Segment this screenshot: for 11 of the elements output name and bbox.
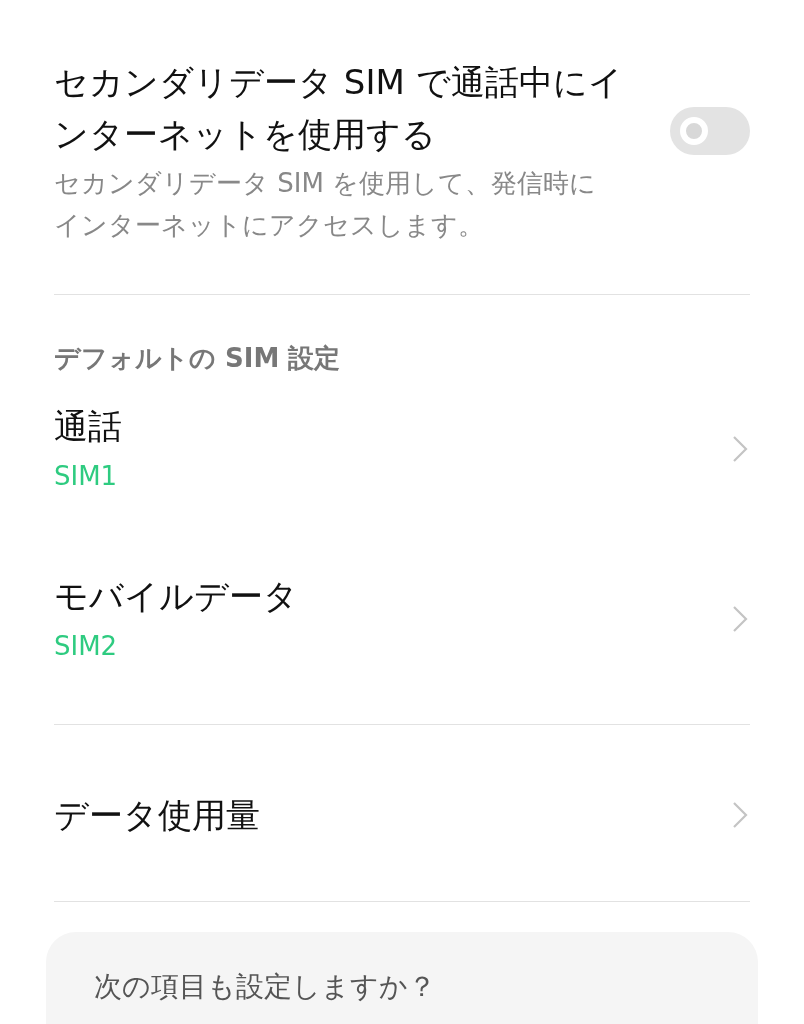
section-header: デフォルトの SIM 設定 [54, 342, 342, 375]
toggle-switch[interactable] [670, 107, 750, 155]
data-usage-item[interactable]: データ使用量 [54, 725, 750, 901]
card-title: 次の項目も設定しますか？ [94, 969, 437, 1005]
sim-setting-item[interactable]: モバイルデータ SIM2 [54, 520, 750, 690]
chevron-right-icon [732, 801, 748, 829]
chevron-right-icon [732, 435, 748, 463]
chevron-right-icon [732, 605, 748, 633]
sim-setting-item[interactable]: 通話 SIM1 [54, 376, 750, 520]
setting-description: セカンダリデータ SIM を使用して、発信時にインターネットにアクセスします。 [54, 167, 598, 242]
setting-title: セカンダリデータ SIM で通話中にインターネットを使用する [54, 61, 624, 156]
